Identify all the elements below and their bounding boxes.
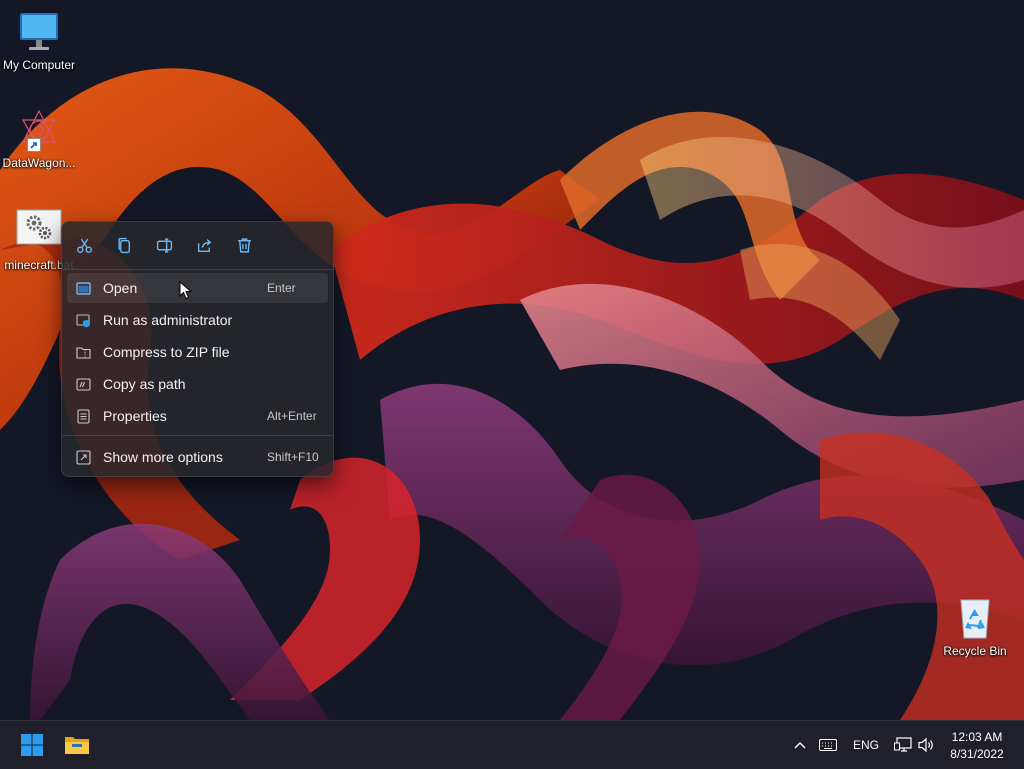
network-icon — [894, 737, 912, 752]
clock-time: 12:03 AM — [951, 730, 1003, 744]
show-hidden-icons-button[interactable] — [788, 721, 812, 769]
datawagon-logo-icon — [15, 108, 63, 154]
menu-item-label: Properties — [103, 408, 167, 424]
cut-button[interactable] — [71, 232, 97, 258]
cut-icon — [76, 238, 92, 253]
delete-icon — [237, 237, 251, 253]
menu-item-properties[interactable]: Properties Alt+Enter — [67, 401, 328, 431]
zip-folder-icon — [76, 347, 91, 359]
delete-button[interactable] — [231, 232, 257, 258]
menu-item-show-more-options[interactable]: Show more options Shift+F10 — [67, 442, 328, 472]
rename-icon — [156, 237, 172, 253]
mouse-cursor-icon — [179, 281, 193, 300]
shield-window-icon — [76, 314, 90, 328]
volume-button[interactable] — [916, 721, 938, 769]
copy-path-icon — [76, 378, 91, 391]
desktop-icon-label: Recycle Bin — [943, 644, 1007, 658]
file-explorer-icon — [65, 737, 89, 754]
taskbar: ENG 12:03 AM 8/31/2022 — [0, 720, 1024, 769]
menu-item-shortcut: Enter — [267, 281, 296, 295]
menu-item-label: Run as administrator — [103, 312, 233, 328]
context-menu: Open Enter Run as administrator Compress… — [61, 221, 334, 477]
menu-item-open[interactable]: Open Enter — [67, 273, 328, 303]
menu-item-label: Show more options — [103, 449, 223, 465]
menu-item-label: Compress to ZIP file — [103, 344, 230, 360]
menu-item-shortcut: Alt+Enter — [267, 409, 317, 423]
monitor-icon — [15, 10, 63, 56]
share-button[interactable] — [191, 232, 217, 258]
menu-item-label: Copy as path — [103, 376, 186, 392]
keyboard-icon — [819, 739, 837, 751]
language-label: ENG — [852, 738, 879, 752]
menu-item-label: Open — [103, 280, 138, 296]
menu-item-run-as-administrator[interactable]: Run as administrator — [67, 305, 328, 335]
clock-date: 8/31/2022 — [950, 747, 1004, 761]
menu-item-shortcut: Shift+F10 — [267, 450, 319, 464]
menu-separator — [62, 269, 333, 270]
copy-button[interactable] — [111, 232, 137, 258]
desktop-icon-datawagon[interactable]: DataWagon... — [0, 108, 78, 170]
more-options-icon — [76, 450, 91, 465]
context-quick-actions — [62, 222, 333, 268]
share-icon — [197, 238, 211, 252]
menu-separator — [62, 435, 333, 436]
network-button[interactable] — [892, 721, 914, 769]
taskbar-clock[interactable]: 12:03 AM 8/31/2022 — [940, 729, 1014, 763]
volume-icon — [918, 737, 933, 753]
menu-item-compress-to-zip[interactable]: Compress to ZIP file — [67, 337, 328, 367]
copy-icon — [117, 237, 130, 253]
start-button[interactable] — [14, 727, 50, 763]
desktop-icon-recycle-bin[interactable]: Recycle Bin — [936, 596, 1014, 658]
menu-item-copy-as-path[interactable]: Copy as path — [67, 369, 328, 399]
windows-start-icon — [21, 734, 43, 756]
desktop-icon-label: My Computer — [2, 58, 76, 72]
properties-icon — [77, 409, 90, 424]
shortcut-arrow-icon — [27, 138, 41, 152]
chevron-up-icon — [794, 742, 806, 749]
desktop-icon-my-computer[interactable]: My Computer — [0, 10, 78, 72]
open-window-icon — [76, 282, 91, 295]
input-language-button[interactable]: ENG — [848, 721, 884, 769]
batch-file-gear-icon — [15, 206, 63, 252]
rename-button[interactable] — [151, 232, 177, 258]
file-explorer-button[interactable] — [59, 727, 95, 763]
desktop-icon-label: DataWagon... — [2, 156, 76, 170]
recycle-bin-icon — [951, 596, 999, 642]
touch-keyboard-button[interactable] — [816, 721, 840, 769]
